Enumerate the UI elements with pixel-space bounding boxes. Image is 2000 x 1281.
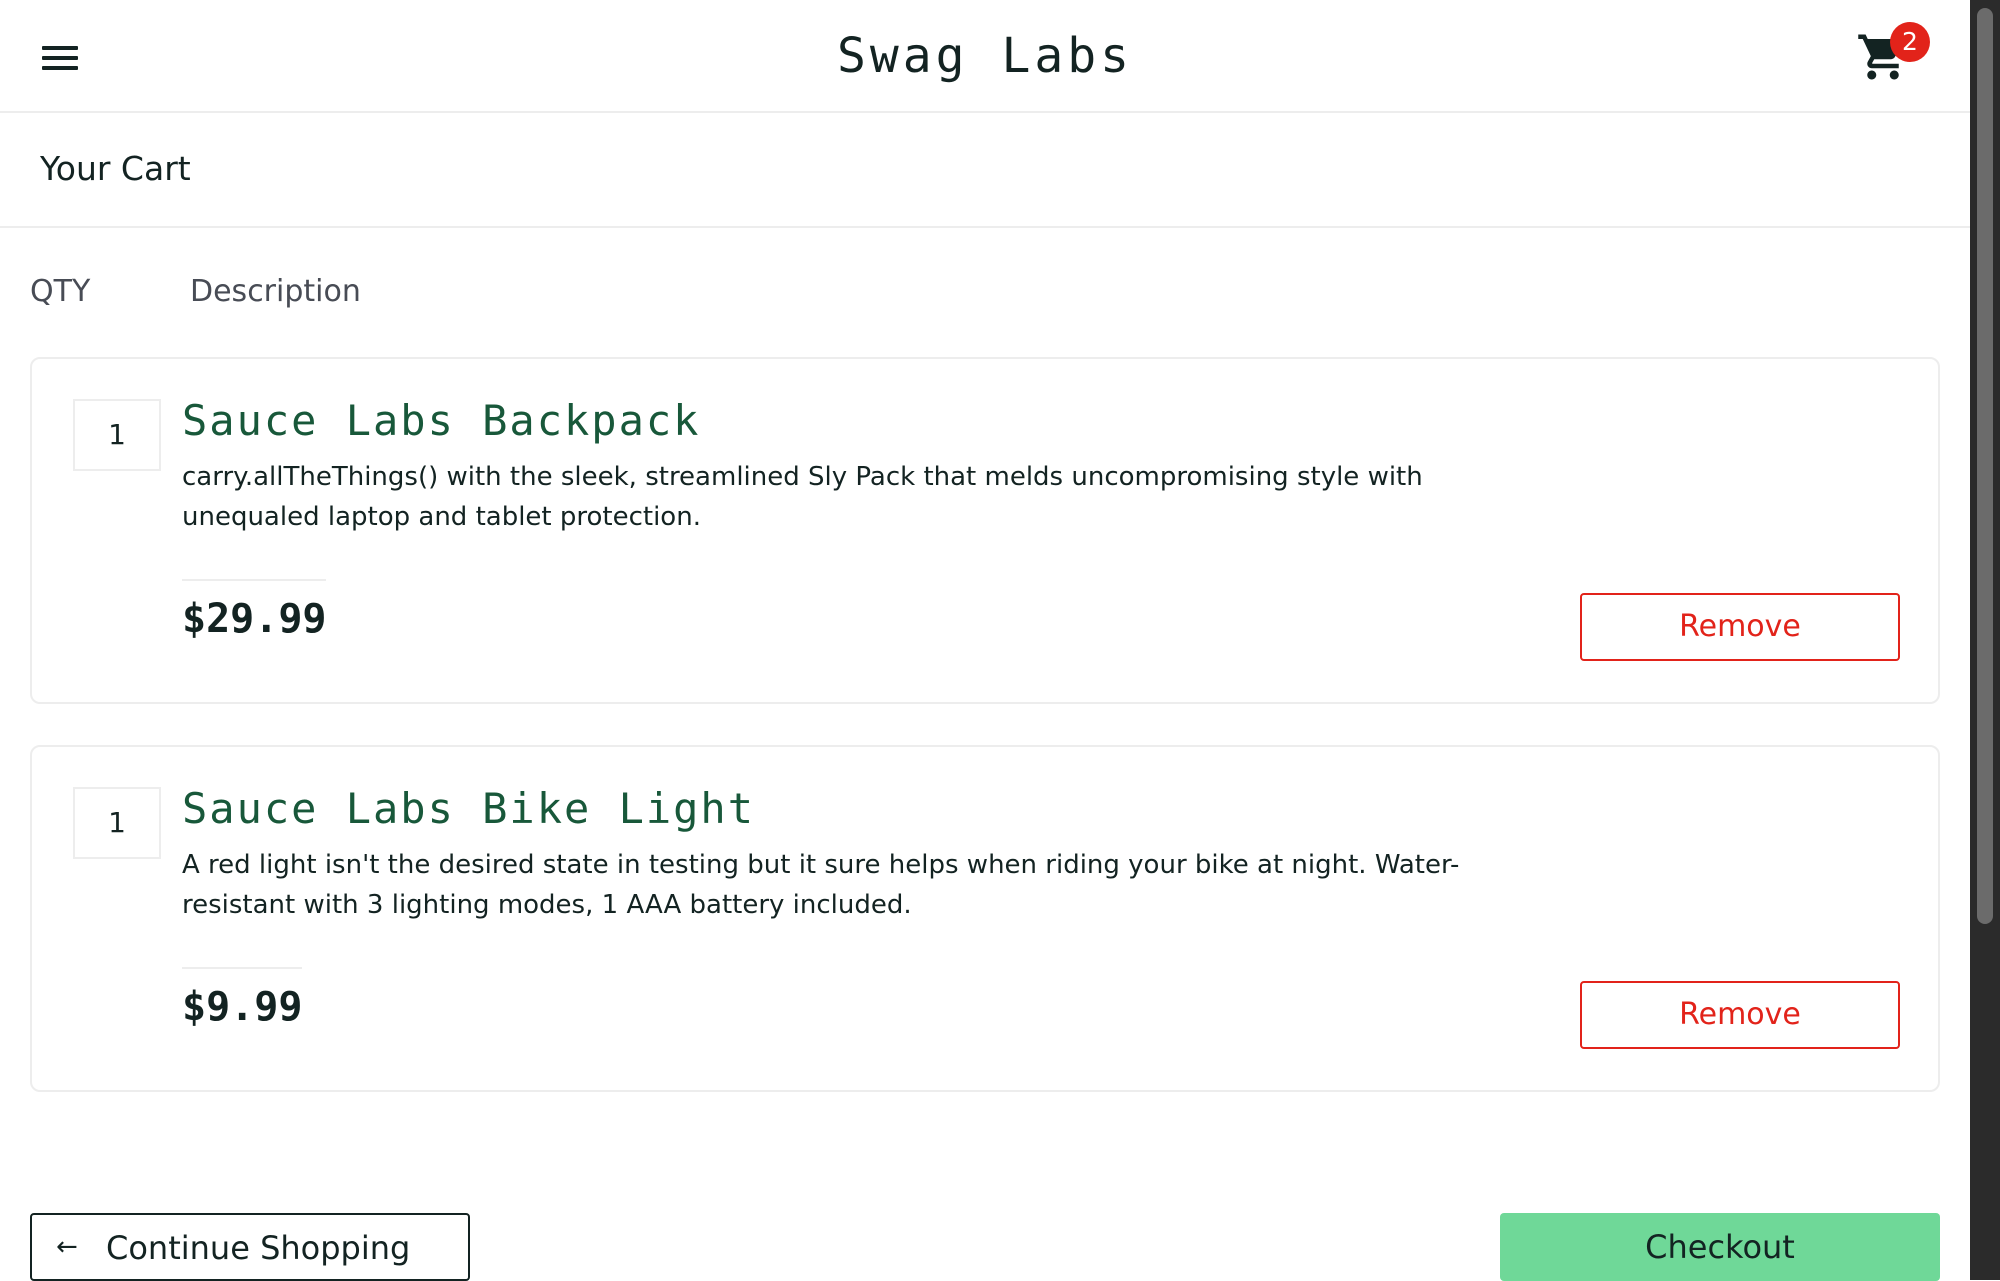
item-name-link[interactable]: Sauce Labs Backpack bbox=[182, 393, 700, 449]
app-logo: Swag Labs bbox=[836, 28, 1134, 84]
price-divider bbox=[182, 579, 326, 581]
continue-shopping-label: Continue Shopping bbox=[106, 1229, 411, 1267]
arrow-left-icon: ← bbox=[56, 1232, 78, 1262]
primary-header: Swag Labs 2 bbox=[0, 0, 1970, 113]
item-description: A red light isn't the desired state in t… bbox=[182, 850, 1460, 920]
remove-button[interactable]: Remove bbox=[1580, 593, 1900, 661]
shopping-cart-link[interactable]: 2 bbox=[1856, 22, 1936, 84]
vertical-scrollbar[interactable] bbox=[1970, 0, 2000, 1280]
viewport: Swag Labs 2 Your Cart QTY Description 1 … bbox=[0, 0, 1970, 1281]
remove-button[interactable]: Remove bbox=[1580, 981, 1900, 1049]
item-quantity: 1 bbox=[73, 787, 161, 859]
price-divider bbox=[182, 967, 302, 969]
page-title: Your Cart bbox=[40, 149, 191, 188]
secondary-header: Your Cart bbox=[0, 113, 1970, 228]
continue-shopping-button[interactable]: ← Continue Shopping bbox=[30, 1213, 470, 1281]
qty-column-header: QTY bbox=[30, 274, 91, 309]
scrollbar-thumb[interactable] bbox=[1977, 8, 1993, 924]
cart-item: 1 Sauce Labs Bike Light A red light isn'… bbox=[30, 745, 1940, 1092]
checkout-button[interactable]: Checkout bbox=[1500, 1213, 1940, 1281]
item-price: $29.99 bbox=[182, 596, 327, 642]
item-name-link[interactable]: Sauce Labs Bike Light bbox=[182, 781, 755, 837]
description-column-header: Description bbox=[190, 274, 361, 309]
item-quantity: 1 bbox=[73, 399, 161, 471]
cart-item: 1 Sauce Labs Backpack carry.allTheThings… bbox=[30, 357, 1940, 704]
item-description: carry.allTheThings() with the sleek, str… bbox=[182, 462, 1423, 532]
cart-count-badge: 2 bbox=[1890, 22, 1930, 62]
item-price: $9.99 bbox=[182, 984, 303, 1030]
